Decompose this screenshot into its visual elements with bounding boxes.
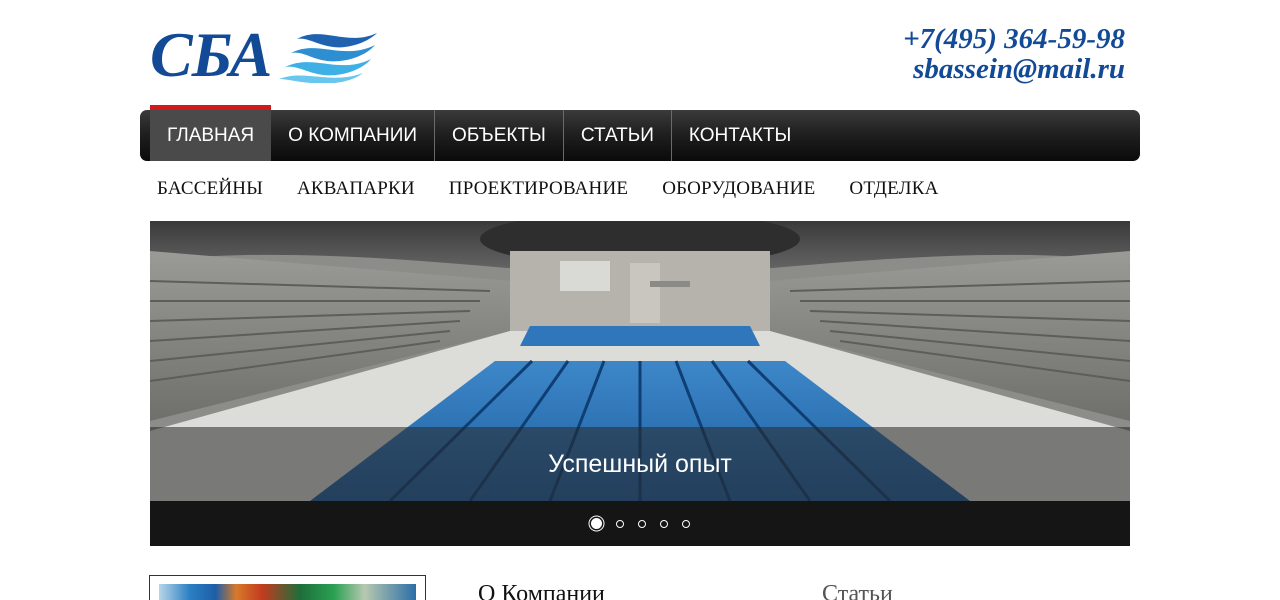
header-contacts: +7(495) 364-59-98 sbassein@mail.ru [903,24,1125,84]
featured-thumbnail[interactable] [149,575,426,600]
slider-dot-3[interactable] [637,519,646,528]
section-title-articles: Статьи [822,581,893,600]
slider-dot-2[interactable] [615,519,624,528]
slider-dot-1[interactable] [590,518,602,529]
slide-caption: Успешный опыт [548,449,732,478]
sub-nav-item-finishing[interactable]: ОТДЕЛКА [849,178,938,200]
slider-pagination [150,501,1130,546]
logo-text: СБА [150,19,272,90]
nav-item-home[interactable]: ГЛАВНАЯ [150,105,272,161]
thumbnail-image [159,584,416,600]
nav-item-articles[interactable]: СТАТЬИ [564,110,672,161]
site-logo[interactable]: СБА [150,22,379,88]
nav-item-projects[interactable]: ОБЪЕКТЫ [435,110,564,161]
sub-nav-item-design[interactable]: ПРОЕКТИРОВАНИЕ [449,178,628,200]
sub-nav: БАССЕЙНЫ АКВАПАРКИ ПРОЕКТИРОВАНИЕ ОБОРУД… [157,178,939,200]
waves-logo-icon [279,33,378,83]
main-nav: ГЛАВНАЯ О КОМПАНИИ ОБЪЕКТЫ СТАТЬИ КОНТАК… [140,105,1140,161]
slide-caption-bar: Успешный опыт [150,427,1130,501]
nav-item-contacts[interactable]: КОНТАКТЫ [672,110,809,161]
sub-nav-item-pools[interactable]: БАССЕЙНЫ [157,178,263,200]
slider-dot-4[interactable] [659,519,668,528]
hero-slider: Успешный опыт [150,221,1130,546]
email-link[interactable]: sbassein@mail.ru [903,54,1125,84]
page: СБА +7(495) 364-59-98 sbassein@mail.ru Г… [0,0,1280,600]
sub-nav-item-aquaparks[interactable]: АКВАПАРКИ [297,178,415,200]
slider-dot-5[interactable] [681,519,690,528]
section-title-about: О Компании [478,581,605,600]
sub-nav-item-equipment[interactable]: ОБОРУДОВАНИЕ [662,178,815,200]
phone-link[interactable]: +7(495) 364-59-98 [903,24,1125,54]
nav-item-about[interactable]: О КОМПАНИИ [271,110,436,161]
